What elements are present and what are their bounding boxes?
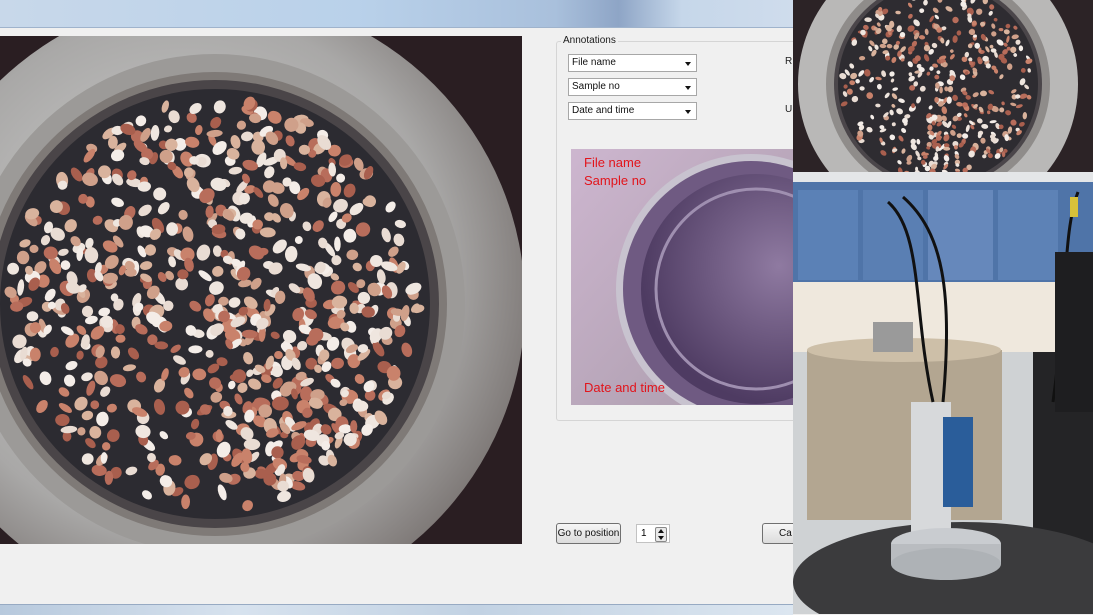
overlay-filename: File name xyxy=(584,155,641,171)
clipped-label-1: R xyxy=(785,56,792,67)
position-spinbox[interactable]: 1 xyxy=(636,524,670,543)
sand-grain xyxy=(1007,63,1012,70)
annotation-select-1-value: File name xyxy=(572,57,616,68)
sand-grain xyxy=(55,414,69,426)
sand-grain xyxy=(30,348,41,362)
chevron-down-icon xyxy=(685,62,691,66)
spin-up-icon[interactable] xyxy=(658,529,664,533)
sand-grain xyxy=(980,91,987,97)
sand-grain xyxy=(934,97,939,103)
annotation-select-2[interactable]: Sample no xyxy=(568,78,697,96)
spin-down-icon[interactable] xyxy=(658,536,664,540)
position-value: 1 xyxy=(641,528,647,539)
annotation-preview: File name Sample no Date and time xyxy=(571,149,793,405)
go-to-position-button[interactable]: Go to position xyxy=(556,523,621,544)
sieve-photo xyxy=(793,0,1093,172)
annotation-select-3[interactable]: Date and time xyxy=(568,102,697,120)
sand-grain xyxy=(350,420,357,433)
window-titlebar xyxy=(0,0,793,28)
spin-buttons[interactable] xyxy=(655,527,667,542)
annotation-select-2-value: Sample no xyxy=(572,81,620,92)
sand-grain xyxy=(962,102,968,107)
chevron-down-icon xyxy=(685,110,691,114)
taskbar-strip xyxy=(0,604,793,615)
annotation-select-3-value: Date and time xyxy=(572,105,634,116)
sample-sieve-image xyxy=(0,36,522,544)
annotations-group-label: Annotations xyxy=(561,35,618,46)
annotation-select-1[interactable]: File name xyxy=(568,54,697,72)
overlay-datetime: Date and time xyxy=(584,380,665,396)
overlay-sampleno: Sample no xyxy=(584,173,646,189)
camera-rig-photo xyxy=(793,172,1093,614)
clipped-label-2: U xyxy=(785,104,792,115)
chevron-down-icon xyxy=(685,86,691,90)
